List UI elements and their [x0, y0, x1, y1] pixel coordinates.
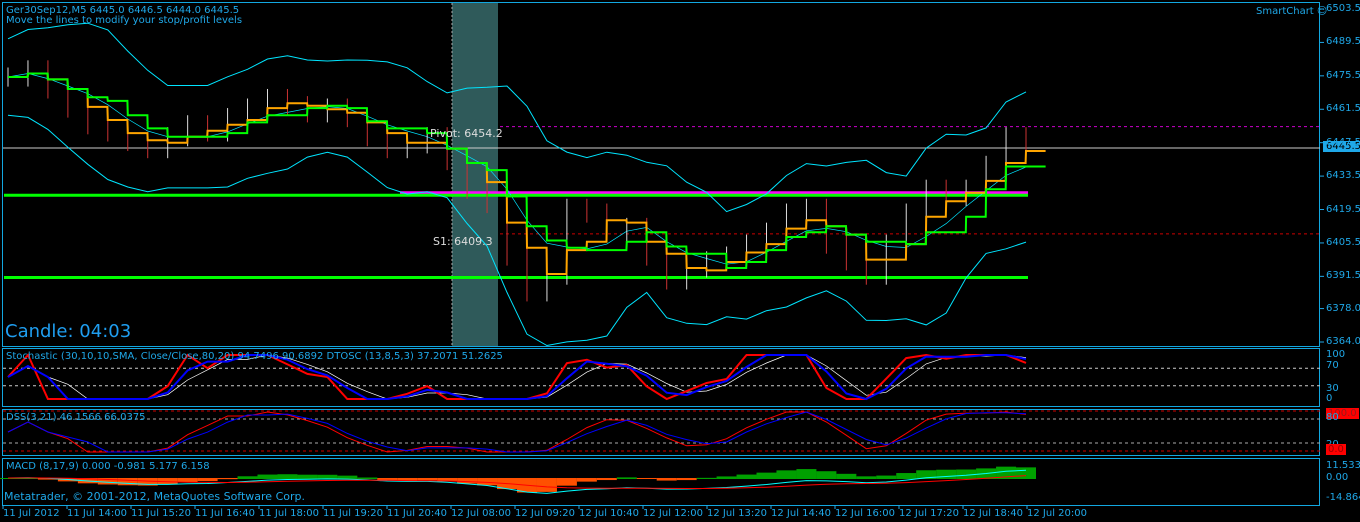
macd-histogram-bar: [796, 469, 817, 479]
time-tick-label: 12 Jul 13:20: [707, 508, 767, 519]
time-tick-label: 11 Jul 20:40: [387, 508, 447, 519]
macd-histogram-bar: [756, 472, 777, 479]
macd-histogram-bar: [636, 478, 657, 480]
dss-label: DSS(3,21) 46.1566 66.0375: [6, 412, 146, 423]
time-tick-label: 12 Jul 20:00: [1027, 508, 1087, 519]
macd-label: MACD (8,17,9) 0.000 -0.981 5.177 6.158: [6, 461, 210, 472]
pivot-label: Pivot: 6454.2: [430, 127, 503, 140]
smartchart-text: SmartChart: [1256, 6, 1314, 17]
macd-histogram-bar: [337, 475, 358, 479]
hint-text: Move the lines to modify your stop/profi…: [6, 15, 243, 26]
stoch-tick: 100: [1326, 349, 1346, 360]
price-tick-label: 6503.5: [1326, 3, 1360, 14]
dss-tick: 0.0: [1326, 444, 1346, 455]
price-tick-label: 6489.5: [1326, 36, 1360, 48]
macd-histogram-bar: [836, 473, 857, 479]
price-tick-label: 6419.5: [1326, 203, 1360, 215]
stochastic-label: Stochastic (30,10,10,SMA, Close/Close,80…: [6, 351, 503, 362]
macd-histogram-bar: [297, 474, 318, 479]
macd-histogram-bar: [556, 478, 577, 486]
bollinger-middle: [7, 73, 1027, 265]
time-tick-label: 12 Jul 08:00: [451, 508, 511, 519]
macd-histogram-bar: [716, 476, 737, 479]
price-tick-label: 6378.0: [1326, 302, 1360, 314]
time-tick-label: 12 Jul 17:20: [899, 508, 959, 519]
macd-histogram-bar: [576, 478, 597, 482]
time-tick-label: 12 Jul 14:40: [771, 508, 831, 519]
time-tick-label: 12 Jul 09:20: [515, 508, 575, 519]
session-band: [452, 3, 498, 346]
macd-histogram-bar: [856, 476, 877, 479]
macd-histogram-bar: [696, 477, 717, 479]
macd-tick: -14.864: [1326, 492, 1360, 503]
macd-histogram-bar: [317, 474, 338, 479]
time-tick-label: 12 Jul 12:00: [643, 508, 703, 519]
price-tick-label: 6447.5: [1326, 136, 1360, 148]
macd-histogram-bar: [357, 477, 378, 479]
price-tick-label: 6461.5: [1326, 103, 1360, 115]
macd-histogram-bar: [177, 478, 198, 483]
stoch-tick: 70: [1326, 360, 1339, 371]
time-tick-label: 12 Jul 10:40: [579, 508, 639, 519]
dss-tick: 80: [1326, 412, 1339, 423]
macd-histogram-bar: [776, 470, 797, 479]
macd-histogram-bar: [277, 474, 298, 479]
copyright-text: Metatrader, © 2001-2012, MetaQuotes Soft…: [4, 490, 305, 503]
dss-main-line: [7, 411, 1027, 453]
dss-signal-line: [7, 411, 1027, 453]
s1-label: S1: 6409.3: [433, 235, 493, 248]
time-tick-label: 11 Jul 16:40: [195, 508, 255, 519]
time-tick-label: 11 Jul 14:00: [67, 508, 127, 519]
smartchart-label[interactable]: SmartChart ☺: [1256, 6, 1327, 17]
chart-canvas: [0, 3, 1324, 509]
macd-histogram-bar: [816, 471, 837, 479]
macd-histogram-bar: [457, 478, 478, 484]
macd-histogram-bar: [596, 478, 617, 481]
bollinger-lower: [7, 114, 1027, 347]
price-tick-label: 6475.5: [1326, 69, 1360, 81]
macd-histogram-bar: [257, 474, 278, 479]
macd-histogram-bar: [656, 478, 677, 481]
time-tick-label: 12 Jul 16:00: [835, 508, 895, 519]
time-tick-label: 11 Jul 19:20: [323, 508, 383, 519]
macd-histogram-bar: [536, 478, 557, 492]
time-tick-label: 11 Jul 15:20: [131, 508, 191, 519]
macd-tick: 0.00: [1326, 472, 1349, 483]
candle-timer: Candle: 04:03: [5, 321, 132, 342]
macd-histogram-bar: [237, 476, 258, 479]
stoch-tick: 0: [1326, 393, 1333, 404]
time-tick-label: 11 Jul 18:00: [259, 508, 319, 519]
macd-tick: 11.533: [1326, 460, 1360, 471]
macd-histogram-bar: [896, 473, 917, 479]
macd-histogram-bar: [417, 478, 438, 481]
price-tick-label: 6391.5: [1326, 270, 1360, 282]
macd-histogram-bar: [197, 478, 218, 482]
time-tick-label: 12 Jul 18:40: [963, 508, 1023, 519]
bollinger-upper: [7, 22, 1027, 213]
price-tick-label: 6433.5: [1326, 170, 1360, 182]
price-tick-label: 6405.5: [1326, 236, 1360, 248]
macd-histogram-bar: [936, 469, 957, 479]
macd-histogram-bar: [1016, 467, 1036, 479]
time-tick-label: 11 Jul 2012: [3, 508, 60, 519]
macd-histogram-bar: [217, 478, 238, 480]
macd-histogram-bar: [876, 475, 897, 479]
macd-histogram-bar: [616, 477, 637, 479]
macd-histogram-bar: [736, 474, 757, 479]
macd-histogram-bar: [676, 478, 697, 481]
price-tick-label: 6364.0: [1326, 336, 1360, 347]
